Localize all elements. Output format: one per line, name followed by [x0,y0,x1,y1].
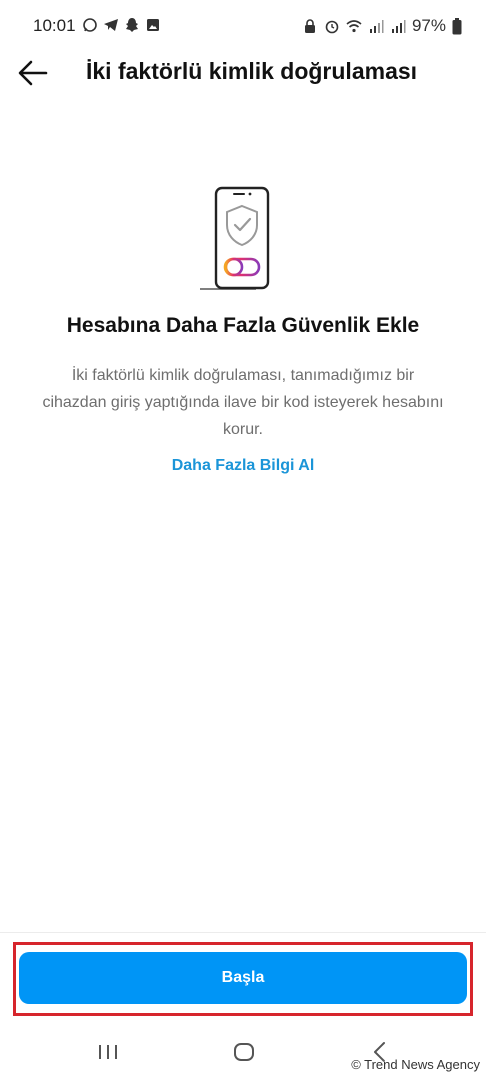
lock-icon [304,19,315,33]
watermark: © Trend News Agency [351,1057,480,1072]
learn-more-link[interactable]: Daha Fazla Bilgi Al [0,457,486,475]
page-title: İki faktörlü kimlik doğrulaması [86,58,418,84]
battery-percent: 97% [411,16,446,35]
notification-icons [82,17,161,33]
alarm-icon [325,20,339,34]
header: İki faktörlü kimlik doğrulaması [0,54,486,94]
system-nav-bar [0,1028,486,1080]
start-button[interactable]: Başla [19,952,467,1004]
signal-icon [391,20,406,33]
phone-shield-illustration [196,182,276,294]
phone-shield-icon [200,186,270,290]
home-icon[interactable] [233,1042,255,1062]
footer-divider [0,932,486,933]
recent-apps-icon[interactable] [97,1042,119,1062]
whatsapp-icon [83,18,97,32]
wifi-icon [346,20,362,33]
battery-icon [452,17,462,34]
snapchat-icon [126,18,138,32]
status-bar: 10:01 97% [0,0,486,54]
headline: Hesabına Daha Fazla Güvenlik Ekle [66,314,420,337]
description-text: İki faktörlü kimlik doğrulaması, tanımad… [42,367,444,438]
arrow-left-icon [18,60,48,86]
gallery-icon [147,19,159,31]
telegram-icon [104,19,118,31]
back-button[interactable] [16,58,50,88]
status-right: 97% [302,16,462,36]
signal-icon [369,20,384,33]
status-time: 10:01 [33,16,76,35]
